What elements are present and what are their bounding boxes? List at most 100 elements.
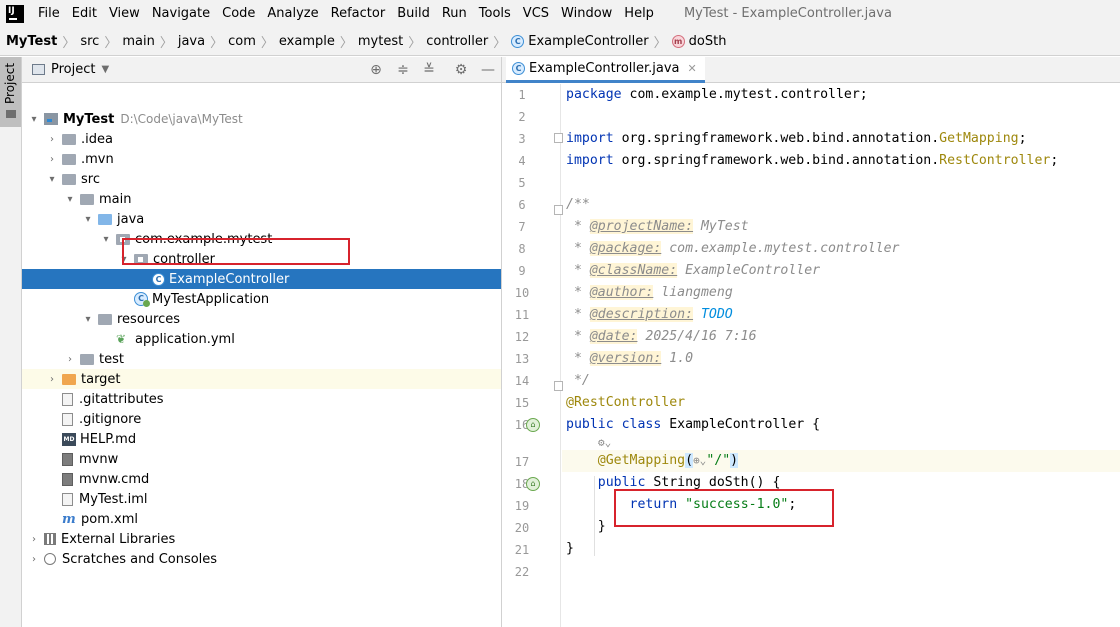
menu-run[interactable]: Run <box>436 0 473 27</box>
breadcrumb-separator: 〉 <box>408 35 422 51</box>
line-number: 21 <box>514 543 530 557</box>
chevron-right-icon[interactable]: › <box>46 134 58 145</box>
tree-item-scratches[interactable]: › Scratches and Consoles <box>22 549 501 569</box>
tree-item-label: mvnw.cmd <box>79 471 150 487</box>
line-number: 14 <box>514 374 530 388</box>
tree-item-mvnw-cmd[interactable]: › mvnw.cmd <box>22 469 501 489</box>
chevron-right-icon[interactable]: › <box>64 354 76 365</box>
chevron-down-icon[interactable]: ▾ <box>100 234 112 245</box>
tree-item-pom-xml[interactable]: › m pom.xml <box>22 509 501 529</box>
line-number: 5 <box>518 176 526 190</box>
editor-gutter: 1 2 3 4 5 6 7 8 9 10 11 12 13 14 15 16 1… <box>502 84 563 627</box>
tree-item-label: ExampleController <box>169 271 290 287</box>
menu-view[interactable]: View <box>103 0 146 27</box>
tree-item-test[interactable]: › test <box>22 349 501 369</box>
highlight-box <box>122 238 350 265</box>
menu-navigate[interactable]: Navigate <box>146 0 216 27</box>
code-line: */ <box>566 373 590 388</box>
tree-item-mytest-application[interactable]: › C MyTestApplication <box>22 289 501 309</box>
project-view-icon <box>32 64 45 75</box>
chevron-right-icon[interactable]: › <box>28 534 40 545</box>
line-number: 6 <box>518 198 526 212</box>
breadcrumb-method[interactable]: m doSth <box>671 34 726 49</box>
project-tool-tab[interactable]: Project <box>0 57 21 127</box>
breadcrumb-class[interactable]: C ExampleController <box>511 34 649 49</box>
close-icon[interactable]: ✕ <box>688 62 697 75</box>
gear-icon[interactable]: ⚙ <box>453 62 469 78</box>
breadcrumb-project[interactable]: MyTest <box>6 34 57 49</box>
project-view-selector[interactable]: Project <box>51 62 95 77</box>
tree-item-example-controller[interactable]: › C ExampleController <box>22 269 501 289</box>
code-area[interactable]: package com.example.mytest.controller; i… <box>562 84 1120 627</box>
breadcrumb-separator: 〉 <box>653 35 667 51</box>
breadcrumb-separator: 〉 <box>260 35 274 51</box>
chevron-down-icon[interactable]: ▾ <box>28 114 40 125</box>
tree-item-idea[interactable]: › .idea <box>22 129 501 149</box>
breadcrumb-src[interactable]: src <box>80 34 99 49</box>
folder-icon <box>62 153 76 165</box>
line-number: 3 <box>518 132 526 146</box>
menu-file[interactable]: File <box>32 0 66 27</box>
line-number: 22 <box>514 565 530 579</box>
locate-icon[interactable]: ⊕ <box>368 62 384 78</box>
breadcrumb-com[interactable]: com <box>228 34 256 49</box>
code-line: } <box>566 541 574 556</box>
tree-item-label: MyTestApplication <box>152 291 270 307</box>
menu-help[interactable]: Help <box>618 0 660 27</box>
breadcrumb-mytest[interactable]: mytest <box>358 34 403 49</box>
tree-item-gitignore[interactable]: › .gitignore <box>22 409 501 429</box>
tree-item-application-yml[interactable]: › ❦ application.yml <box>22 329 501 349</box>
tree-item-java[interactable]: ▾ java <box>22 209 501 229</box>
menu-refactor[interactable]: Refactor <box>325 0 392 27</box>
chevron-down-icon[interactable]: ▼ <box>101 64 109 75</box>
breadcrumb-controller[interactable]: controller <box>426 34 488 49</box>
tree-item-src[interactable]: ▾ src <box>22 169 501 189</box>
line-number: 11 <box>514 308 530 322</box>
tool-window-stripe: Project <box>0 57 22 627</box>
minimize-icon[interactable]: — <box>480 62 496 78</box>
tree-item-resources[interactable]: ▾ resources <box>22 309 501 329</box>
breadcrumb-example[interactable]: example <box>279 34 335 49</box>
tree-item-target[interactable]: › target <box>22 369 501 389</box>
menu-window[interactable]: Window <box>555 0 618 27</box>
menu-tools[interactable]: Tools <box>473 0 517 27</box>
tree-item-mvn[interactable]: › .mvn <box>22 149 501 169</box>
collapse-all-icon[interactable]: ≚ <box>421 62 437 78</box>
chevron-down-icon[interactable]: ▾ <box>82 314 94 325</box>
code-line: * @date: 2025/4/16 7:16 <box>566 329 757 344</box>
tree-item-label: .idea <box>81 131 113 147</box>
menu-edit[interactable]: Edit <box>66 0 103 27</box>
module-file-icon <box>62 492 73 506</box>
tree-item-mvnw[interactable]: › mvnw <box>22 449 501 469</box>
tree-item-help-md[interactable]: › MD HELP.md <box>22 429 501 449</box>
breadcrumb-java[interactable]: java <box>178 34 205 49</box>
globe-icon[interactable]: ⊕⌄ <box>693 454 706 467</box>
chevron-down-icon[interactable]: ▾ <box>46 174 58 185</box>
text-file-icon <box>62 392 73 406</box>
tree-item-project-root[interactable]: ▾ MyTest D:\Code\java\MyTest <box>22 109 501 129</box>
chevron-right-icon[interactable]: › <box>28 554 40 565</box>
expand-all-icon[interactable]: ≑ <box>395 62 411 78</box>
line-number: 9 <box>518 264 526 278</box>
menu-build[interactable]: Build <box>391 0 436 27</box>
tree-item-mytest-iml[interactable]: › MyTest.iml <box>22 489 501 509</box>
spring-bean-icon[interactable]: ⌂ <box>526 418 540 432</box>
chevron-down-icon[interactable]: ▾ <box>82 214 94 225</box>
breadcrumb-main[interactable]: main <box>122 34 154 49</box>
tree-item-external-libraries[interactable]: › External Libraries <box>22 529 501 549</box>
spring-bean-icon[interactable]: ⌂ <box>526 477 540 491</box>
chevron-right-icon[interactable]: › <box>46 374 58 385</box>
folder-icon <box>62 133 76 145</box>
folder-icon <box>80 353 94 365</box>
menu-vcs[interactable]: VCS <box>517 0 555 27</box>
tree-item-gitattributes[interactable]: › .gitattributes <box>22 389 501 409</box>
chevron-right-icon[interactable]: › <box>46 154 58 165</box>
tab-example-controller[interactable]: C ExampleController.java ✕ <box>506 57 705 83</box>
tree-item-label: src <box>81 171 100 187</box>
menu-analyze[interactable]: Analyze <box>261 0 324 27</box>
menu-bar: IJ File Edit View Navigate Code Analyze … <box>0 0 1120 27</box>
tree-item-main[interactable]: ▾ main <box>22 189 501 209</box>
menu-code[interactable]: Code <box>216 0 261 27</box>
chevron-down-icon[interactable]: ▾ <box>64 194 76 205</box>
tab-label: ExampleController.java <box>529 61 680 76</box>
